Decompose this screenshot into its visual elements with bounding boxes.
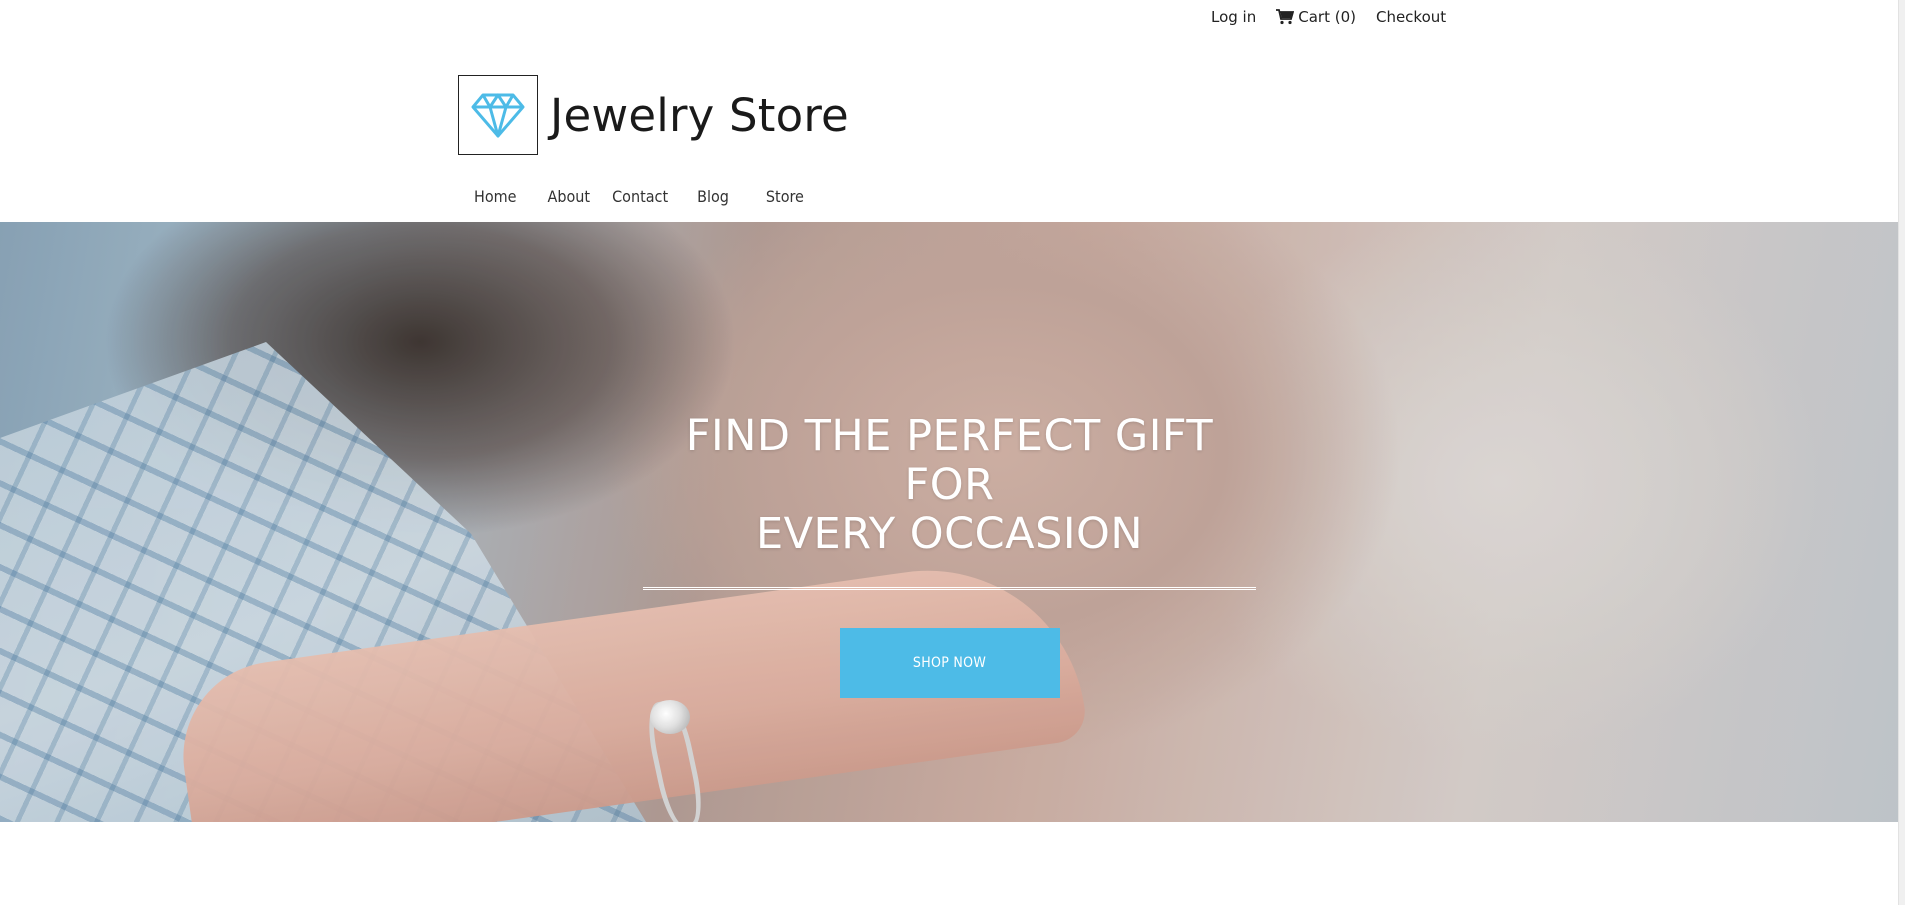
site-logo[interactable]: Jewelry Store bbox=[458, 75, 849, 155]
hero-heading: FIND THE PERFECT GIFT FOR EVERY OCCASION bbox=[643, 412, 1256, 559]
nav-item-home[interactable]: Home bbox=[474, 183, 517, 210]
hero-banner: FIND THE PERFECT GIFT FOR EVERY OCCASION… bbox=[0, 222, 1900, 822]
page: Log in Cart (0) Checkout Jewelry Store H… bbox=[0, 0, 1905, 905]
shop-now-button[interactable]: SHOP NOW bbox=[839, 628, 1060, 698]
nav-item-store[interactable]: Store bbox=[766, 183, 804, 210]
login-link[interactable]: Log in bbox=[1211, 8, 1256, 26]
main-nav: Home About Contact Blog Store bbox=[458, 183, 804, 210]
hero-divider bbox=[643, 587, 1256, 590]
cart-icon bbox=[1276, 9, 1295, 25]
cart-link[interactable]: Cart (0) bbox=[1276, 8, 1356, 26]
hero-heading-line-2: EVERY OCCASION bbox=[755, 509, 1144, 559]
page-scrollbar[interactable] bbox=[1898, 0, 1905, 905]
diamond-icon bbox=[471, 93, 525, 138]
logo-box bbox=[458, 75, 538, 155]
site-title: Jewelry Store bbox=[550, 88, 849, 142]
cart-label: Cart (0) bbox=[1298, 8, 1356, 26]
checkout-link[interactable]: Checkout bbox=[1376, 8, 1446, 26]
nav-item-blog[interactable]: Blog bbox=[697, 183, 729, 210]
hero-heading-line-1: FIND THE PERFECT GIFT FOR bbox=[685, 411, 1214, 510]
nav-item-contact[interactable]: Contact bbox=[612, 183, 668, 210]
nav-item-about[interactable]: About bbox=[548, 183, 591, 210]
account-links: Log in Cart (0) Checkout bbox=[1211, 8, 1466, 26]
hero-content: FIND THE PERFECT GIFT FOR EVERY OCCASION… bbox=[643, 412, 1256, 698]
top-utility-bar: Log in Cart (0) Checkout bbox=[0, 0, 1900, 36]
